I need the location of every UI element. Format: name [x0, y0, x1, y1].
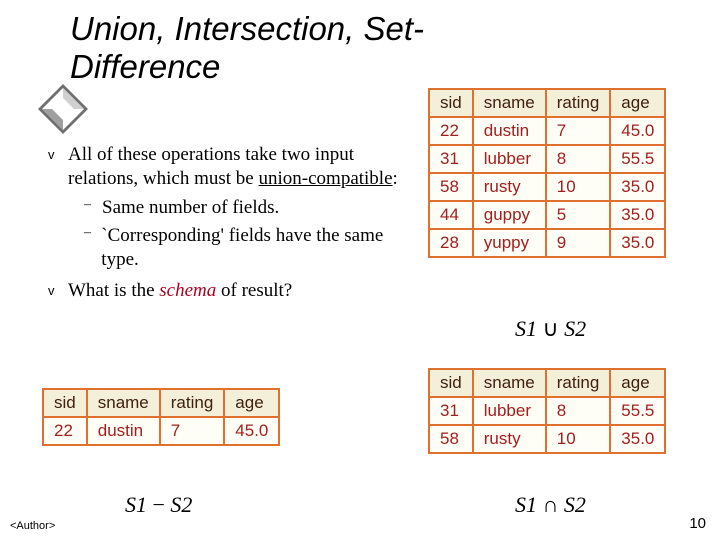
table-cell: rusty — [473, 425, 546, 453]
table-cell: 22 — [429, 117, 473, 145]
diff-formula: S1 − S2 — [125, 492, 192, 518]
table-row: 44guppy535.0 — [429, 201, 665, 229]
table-header: sid — [43, 389, 87, 417]
table-cell: lubber — [473, 145, 546, 173]
bullet-list: v All of these operations take two input… — [48, 143, 413, 307]
intersect-table-wrapper: sidsnameratingage31lubber855.558rusty103… — [428, 368, 666, 454]
diamond-decoration — [38, 84, 88, 134]
union-table: sidsnameratingage22dustin745.031lubber85… — [428, 88, 666, 258]
table-row: 58rusty1035.0 — [429, 173, 665, 201]
table-cell: 58 — [429, 425, 473, 453]
table-cell: 55.5 — [610, 397, 665, 425]
slide-title: Union, Intersection, Set-Difference — [70, 10, 430, 86]
table-header: sid — [429, 369, 473, 397]
table-row: 28yuppy935.0 — [429, 229, 665, 257]
table-cell: 35.0 — [610, 201, 665, 229]
table-cell: 28 — [429, 229, 473, 257]
table-header: sname — [473, 89, 546, 117]
table-cell: dustin — [473, 117, 546, 145]
table-header: age — [610, 89, 665, 117]
page-number: 10 — [689, 515, 706, 532]
bullet-marker: v — [48, 143, 68, 192]
text-fragment: What is the — [68, 280, 159, 301]
table-header: rating — [160, 389, 225, 417]
table-cell: 9 — [546, 229, 611, 257]
table-row: 31lubber855.5 — [429, 397, 665, 425]
table-row: 22dustin745.0 — [429, 117, 665, 145]
table-cell: guppy — [473, 201, 546, 229]
table-header: sname — [473, 369, 546, 397]
sub-bullet-text: Same number of fields. — [102, 196, 279, 220]
text-fragment: of result? — [216, 280, 292, 301]
table-cell: yuppy — [473, 229, 546, 257]
table-header: rating — [546, 89, 611, 117]
union-table-wrapper: sidsnameratingage22dustin745.031lubber85… — [428, 88, 666, 258]
table-cell: 5 — [546, 201, 611, 229]
title-area: Union, Intersection, Set-Difference — [70, 10, 430, 86]
bullet-text: All of these operations take two input r… — [68, 143, 413, 192]
diff-table: sidsnameratingage22dustin745.0 — [42, 388, 280, 446]
table-cell: 58 — [429, 173, 473, 201]
text-fragment: : — [393, 168, 398, 189]
underlined-term: union-compatible — [259, 168, 393, 189]
table-cell: 10 — [546, 425, 611, 453]
table-cell: 35.0 — [610, 173, 665, 201]
table-cell: 35.0 — [610, 229, 665, 257]
table-cell: 7 — [160, 417, 225, 445]
bullet-item-1: v All of these operations take two input… — [48, 143, 413, 192]
union-formula: S1 ∪ S2 — [515, 316, 586, 342]
bullet-marker: v — [48, 279, 68, 303]
table-header: sname — [87, 389, 160, 417]
sub-bullet-2: – `Corresponding' fields have the same t… — [84, 224, 413, 273]
table-cell: 22 — [43, 417, 87, 445]
table-row: 31lubber855.5 — [429, 145, 665, 173]
table-cell: 7 — [546, 117, 611, 145]
table-header: age — [224, 389, 279, 417]
sub-bullet-1: – Same number of fields. — [84, 196, 413, 220]
sub-bullet-text: `Corresponding' fields have the same typ… — [101, 224, 413, 273]
table-cell: 55.5 — [610, 145, 665, 173]
slide: Union, Intersection, Set-Difference v Al… — [0, 0, 720, 540]
table-cell: 31 — [429, 145, 473, 173]
table-cell: 45.0 — [610, 117, 665, 145]
table-header: sid — [429, 89, 473, 117]
bullet-item-2: v What is the schema of result? — [48, 279, 413, 303]
emphasis-term: schema — [159, 280, 216, 301]
intersect-table: sidsnameratingage31lubber855.558rusty103… — [428, 368, 666, 454]
table-header: age — [610, 369, 665, 397]
table-header: rating — [546, 369, 611, 397]
table-cell: 10 — [546, 173, 611, 201]
table-cell: 8 — [546, 397, 611, 425]
dash-marker: – — [84, 196, 102, 220]
table-cell: 45.0 — [224, 417, 279, 445]
table-cell: 44 — [429, 201, 473, 229]
table-cell: 35.0 — [610, 425, 665, 453]
bullet-text: What is the schema of result? — [68, 279, 413, 303]
table-cell: lubber — [473, 397, 546, 425]
footer-author: <Author> — [10, 520, 55, 532]
table-cell: rusty — [473, 173, 546, 201]
dash-marker: – — [84, 224, 101, 273]
table-cell: 31 — [429, 397, 473, 425]
diff-table-wrapper: sidsnameratingage22dustin745.0 — [42, 388, 280, 446]
table-cell: dustin — [87, 417, 160, 445]
intersect-formula: S1 ∩ S2 — [515, 492, 586, 518]
table-row: 58rusty1035.0 — [429, 425, 665, 453]
table-row: 22dustin745.0 — [43, 417, 279, 445]
table-cell: 8 — [546, 145, 611, 173]
